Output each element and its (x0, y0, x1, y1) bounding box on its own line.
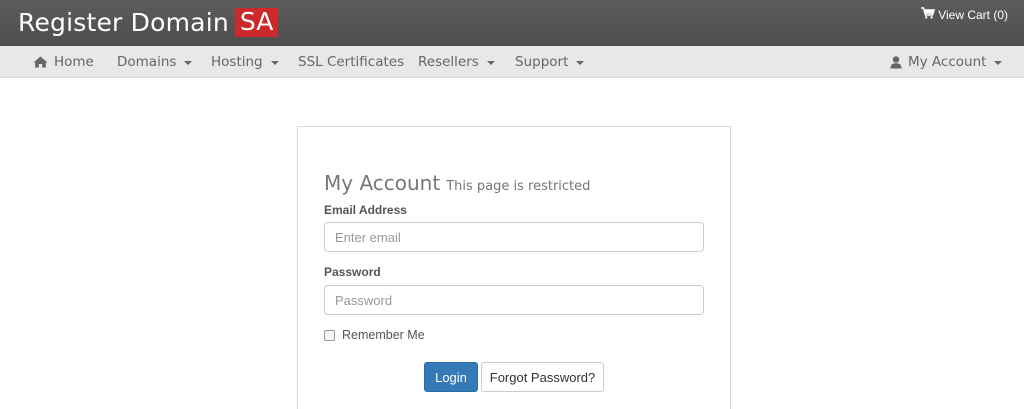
caret-down-icon (486, 61, 495, 65)
remember-me[interactable]: Remember Me (324, 328, 425, 342)
caret-down-icon (184, 61, 193, 65)
login-button[interactable]: Login (424, 362, 478, 392)
nav-item-resellers[interactable]: Resellers (418, 46, 495, 78)
nav-label-ssl: SSL Certificates (298, 54, 405, 70)
home-icon (33, 56, 48, 68)
nav-item-my-account[interactable]: My Account (890, 46, 1003, 78)
nav-label-hosting: Hosting (211, 54, 263, 70)
top-header: Register Domain SA View Cart (0) (0, 0, 1024, 46)
email-field[interactable] (324, 222, 704, 252)
email-label: Email Address (324, 203, 407, 217)
login-panel: My Account This page is restricted Email… (297, 126, 731, 409)
remember-me-label: Remember Me (342, 328, 425, 342)
password-field[interactable] (324, 285, 704, 315)
nav-label-home: Home (54, 54, 94, 70)
nav-label-resellers: Resellers (418, 54, 479, 70)
caret-down-icon (576, 61, 585, 65)
nav-item-ssl-certificates[interactable]: SSL Certificates (298, 46, 404, 78)
site-logo[interactable]: Register Domain SA (18, 8, 279, 37)
nav-item-support[interactable]: Support (515, 46, 585, 78)
nav-item-hosting[interactable]: Hosting (211, 46, 279, 78)
cart-icon (921, 7, 938, 22)
caret-down-icon (994, 61, 1003, 65)
cart-label: View Cart (0) (938, 7, 1008, 22)
login-heading: My Account This page is restricted (324, 171, 590, 195)
nav-label-domains: Domains (117, 54, 177, 70)
page-subtitle: This page is restricted (446, 179, 591, 194)
view-cart-link[interactable]: View Cart (0) (921, 7, 1008, 22)
password-label: Password (324, 265, 381, 279)
main-navbar: Home Domains Hosting SSL Certificates Re… (0, 46, 1024, 78)
page-title: My Account (324, 171, 441, 195)
user-icon (890, 55, 902, 69)
nav-item-domains[interactable]: Domains (117, 46, 193, 78)
forgot-password-button[interactable]: Forgot Password? (481, 362, 604, 392)
nav-item-home[interactable]: Home (33, 46, 94, 78)
logo-badge: SA (234, 8, 279, 37)
nav-label-my-account: My Account (908, 54, 987, 70)
nav-label-support: Support (515, 54, 569, 70)
caret-down-icon (270, 61, 279, 65)
logo-text: Register Domain (18, 8, 229, 37)
remember-me-checkbox[interactable] (324, 329, 335, 341)
